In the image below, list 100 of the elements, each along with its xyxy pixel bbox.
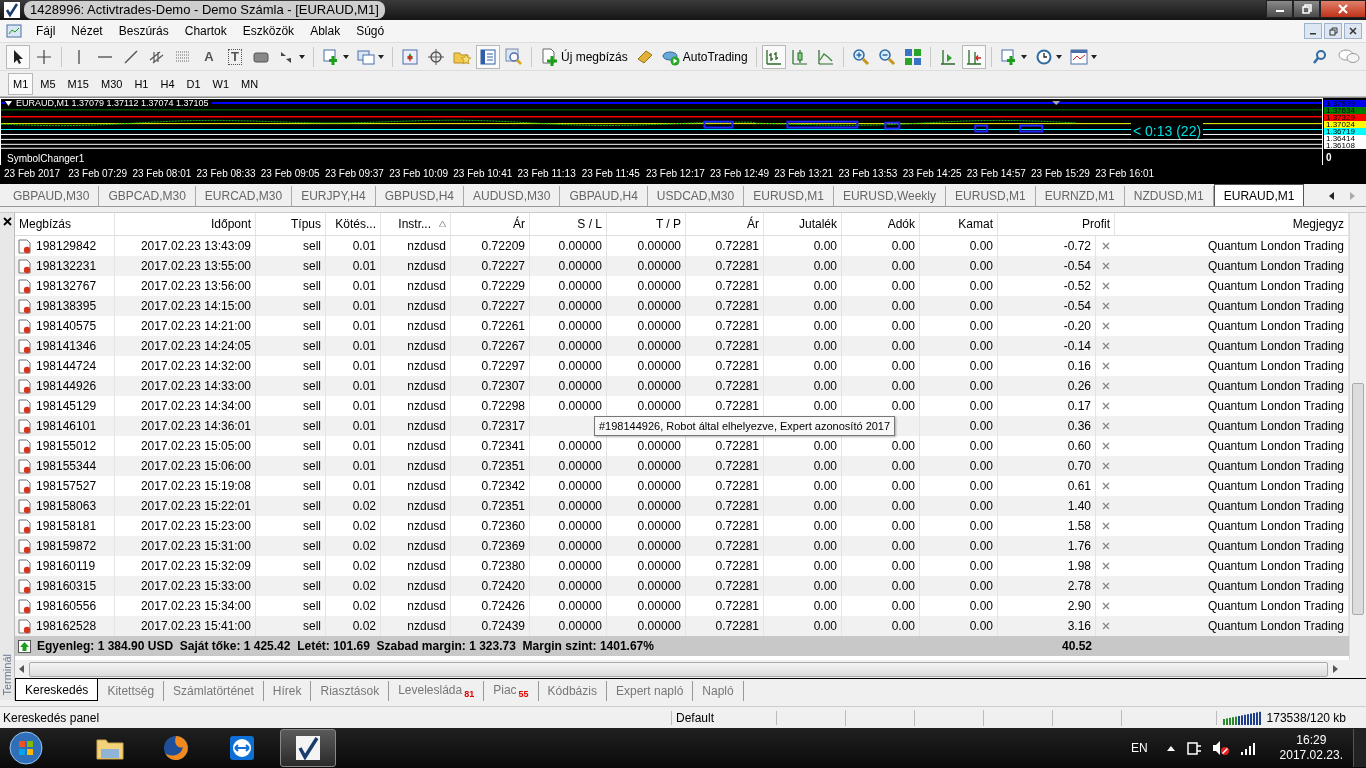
vertical-scrollbar[interactable] [1349,213,1366,660]
panel-tab[interactable]: Kódbázis [538,681,607,701]
chart-tab[interactable]: GBPAUD,H4 [560,186,648,206]
table-cell: 0.00 [891,619,915,633]
shift-button[interactable] [961,44,986,69]
power-plug-icon[interactable] [1185,740,1202,756]
timeframe-button[interactable]: M1 [8,72,34,95]
chart-tab[interactable]: EURUSD,M1 [946,186,1036,206]
timeframe-button[interactable]: H4 [155,72,180,95]
terminal-button[interactable] [476,44,500,69]
scroll-left-icon[interactable] [1328,191,1336,200]
close-button[interactable] [1344,23,1362,39]
show-hidden-icons-icon[interactable] [1165,744,1176,752]
table-cell: Quantum London Trading [1207,419,1344,433]
menu-item[interactable]: Eszközök [234,24,303,38]
table-cell: 0.70 [1067,459,1091,473]
show-desktop-button[interactable] [1353,729,1366,767]
column-header[interactable]: Jutalék [764,213,842,235]
clock-date[interactable]: 2017.02.23. [1279,748,1343,763]
panel-tab[interactable]: Kitettség [98,681,165,701]
clock-time[interactable]: 16:29 [1296,733,1327,748]
timeframe-button[interactable]: H1 [129,72,154,95]
table-cell: 0.72426 [481,599,525,613]
chart-tab[interactable]: EURUSD,Weekly [833,186,947,206]
column-header[interactable]: T / P [607,213,686,235]
panel-tab[interactable]: Számlatörténet [164,681,264,701]
close-button[interactable] [1320,0,1366,18]
scroll-left-icon[interactable] [19,665,25,673]
close-icon[interactable] [2,217,12,226]
taskbar-app[interactable] [280,729,336,767]
chat-icon[interactable] [1338,48,1360,65]
panel-tab[interactable]: Levelesláda $_{81}$ [389,681,485,701]
language-indicator[interactable]: EN [1130,741,1148,755]
menu-item[interactable]: Chartok [176,24,235,38]
collapse-triangle-icon[interactable] [5,101,12,106]
chart-shift-icon [964,47,983,66]
restore-button[interactable] [1293,0,1320,18]
search-icon[interactable] [1312,48,1328,65]
table-cell: 198157527 [36,479,97,493]
column-header[interactable]: Kötés... [326,213,381,235]
column-header[interactable]: Ár [451,213,530,235]
menu-item[interactable]: Fájl [28,24,64,38]
table-cell: 0.01 [352,319,376,333]
new-order-button[interactable]: Új megbízás [537,44,631,69]
column-header[interactable]: Instr... [381,213,451,235]
column-header[interactable]: Megbízás [15,213,115,235]
panel-tab[interactable]: Napló [693,681,744,701]
column-header[interactable]: Időpont [115,213,256,235]
start-button[interactable] [6,728,46,768]
chart-tab[interactable]: GBPCAD,M30 [99,186,196,206]
table-cell: 0.00000 [637,559,681,573]
chart-tab[interactable]: NZDUSD,M1 [1124,186,1214,206]
scroll-right-icon[interactable] [1332,665,1338,673]
timeframe-button[interactable]: M15 [62,72,94,95]
timeframe-button[interactable]: W1 [207,72,235,95]
bars-button[interactable] [761,44,786,69]
timeframe-button[interactable]: M30 [95,72,128,95]
label-button[interactable]: T [223,44,247,69]
panel-tab[interactable]: Kereskedés [15,679,99,701]
table-cell: 0.02 [352,599,376,613]
table-cell: 0.00 [813,619,837,633]
table-cell: 0.00 [891,559,915,573]
table-cell: 0.72351 [481,499,525,513]
minimize-button[interactable] [1266,0,1293,18]
column-header[interactable]: Profit [998,213,1115,235]
chart-tab[interactable]: EURAUD,M1 [1213,184,1305,206]
menu-item[interactable]: Súgó [348,24,393,38]
timeframe-button[interactable]: D1 [181,72,206,95]
muted-speaker-icon[interactable] [1211,740,1230,756]
chart-tab[interactable]: AUDUSD,M30 [464,186,561,206]
chart-tab[interactable]: GBPUSD,H4 [375,186,465,206]
column-header[interactable]: Adók [842,213,920,235]
chart-tab[interactable]: EURJPY,H4 [292,186,376,206]
table-cell: 0.00 [813,379,837,393]
cursor-button[interactable] [6,44,30,69]
timeframe-button[interactable]: M5 [35,72,61,95]
autotrading-button[interactable]: AutoTrading [658,44,751,69]
chart-tab[interactable]: EURCAD,M30 [195,186,293,206]
column-header[interactable]: Típus [256,213,326,235]
text-button[interactable]: A [197,44,221,69]
signal-strength-icon[interactable] [1239,741,1256,755]
chart-tab[interactable]: EURUSD,M1 [744,186,834,206]
start-orb-icon [9,731,43,765]
table-cell: 0.00 [891,339,915,353]
timeframe-button[interactable]: MN [236,72,264,95]
column-header[interactable]: Kamat [920,213,998,235]
panel-tab[interactable]: Riasztások [311,681,390,701]
panel-tab[interactable]: Expert napló [606,681,694,701]
menu-item[interactable]: Ablak [302,24,349,38]
panel-tab[interactable]: Hírek [263,681,312,701]
chart-tab[interactable]: USDCAD,M30 [647,186,745,206]
menu-item[interactable]: Beszúrás [110,24,177,38]
panel-tab[interactable]: Piac $_{55}$ [484,681,539,701]
table-cell: 0.00 [813,279,837,293]
column-header[interactable]: Ár [686,213,764,235]
chart-tab[interactable]: GBPAUD,M30 [4,186,100,206]
time-axis-label: 23 Feb 09:37 [324,167,385,181]
menu-item[interactable]: Nézet [63,24,111,38]
column-header[interactable]: S / L [530,213,607,235]
chart-tab[interactable]: EURNZD,M1 [1035,186,1125,206]
